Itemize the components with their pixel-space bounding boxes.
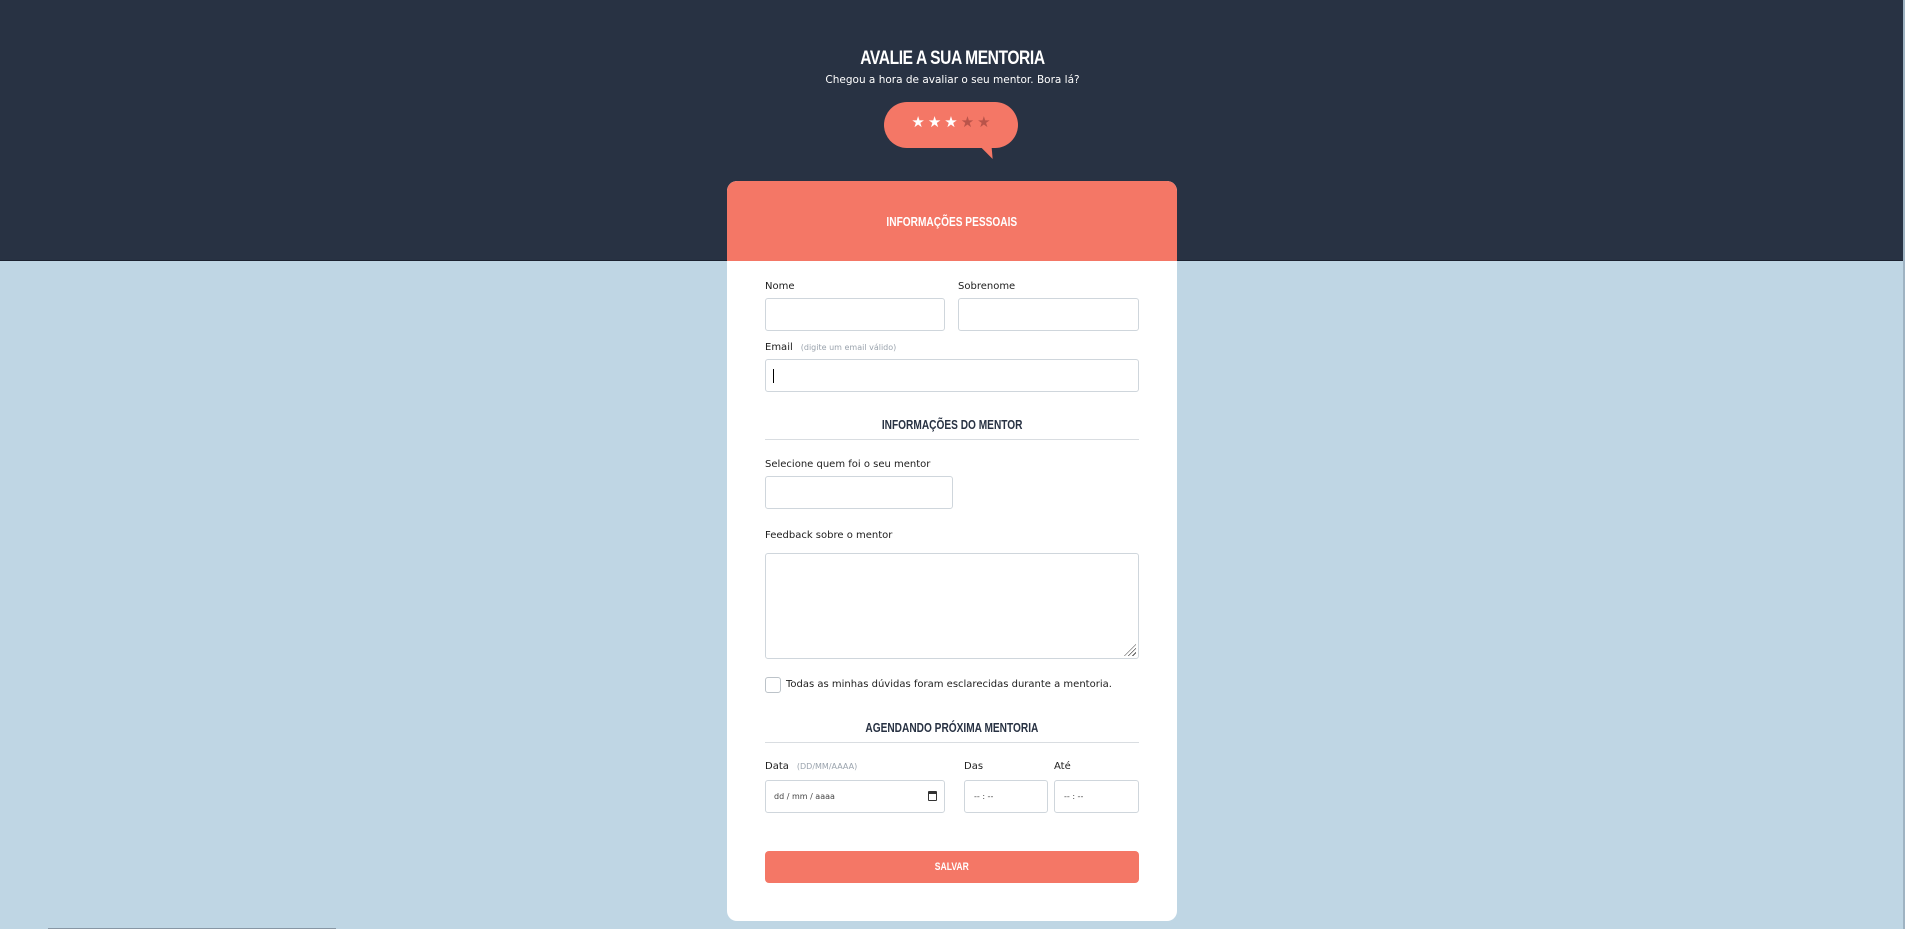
star-icon[interactable]: ★: [928, 114, 941, 130]
date-label: Data: [765, 761, 789, 772]
save-button[interactable]: SALVAR: [765, 851, 1139, 883]
page-header: AVALIE A SUA MENTORIA Chegou a hora de a…: [0, 48, 1905, 86]
email-label: Email: [765, 342, 793, 353]
mentor-select-label: Selecione quem foi o seu mentor: [765, 459, 931, 470]
date-input[interactable]: dd / mm / aaaa: [765, 780, 945, 813]
first-name-label: Nome: [765, 281, 795, 292]
card-header: INFORMAÇÕES PESSOAIS: [727, 181, 1177, 261]
to-time-label: Até: [1054, 761, 1071, 772]
date-label-row: Data (DD/MM/AAAA): [765, 761, 857, 772]
text-cursor: [773, 369, 774, 383]
email-hint: (digite um email válido): [800, 343, 897, 352]
from-time-placeholder: -- : --: [974, 792, 994, 801]
mentor-section-header: INFORMAÇÕES DO MENTOR: [765, 414, 1139, 440]
mentor-section-title: INFORMAÇÕES DO MENTOR: [881, 417, 1023, 432]
star-icon[interactable]: ★: [944, 114, 957, 130]
last-name-input[interactable]: [958, 298, 1139, 331]
email-label-row: Email (digite um email válido): [765, 342, 896, 353]
email-input[interactable]: [765, 359, 1139, 392]
mentor-select[interactable]: [765, 476, 953, 509]
date-placeholder: dd / mm / aaaa: [774, 792, 835, 801]
to-time-placeholder: -- : --: [1064, 792, 1084, 801]
form-card: INFORMAÇÕES PESSOAIS Nome Sobrenome Emai…: [727, 181, 1177, 921]
to-time-input[interactable]: -- : --: [1054, 780, 1139, 813]
last-name-label: Sobrenome: [958, 281, 1016, 292]
resize-handle-icon[interactable]: [1124, 644, 1136, 656]
page-subtitle: Chegou a hora de avaliar o seu mentor. B…: [825, 74, 1080, 86]
feedback-label: Feedback sobre o mentor: [765, 530, 893, 541]
doubts-checkbox[interactable]: [765, 677, 781, 693]
star-icon[interactable]: ★: [977, 114, 990, 130]
rating-bubble: ★ ★ ★ ★ ★: [884, 102, 1018, 148]
star-icon[interactable]: ★: [961, 114, 974, 130]
doubts-checkbox-label: Todas as minhas dúvidas foram esclarecid…: [786, 679, 1112, 690]
schedule-section-header: AGENDANDO PRÓXIMA MENTORIA: [765, 717, 1139, 743]
save-button-label: SALVAR: [934, 861, 970, 873]
star-icon[interactable]: ★: [911, 114, 924, 130]
from-time-input[interactable]: -- : --: [964, 780, 1048, 813]
schedule-section-title: AGENDANDO PRÓXIMA MENTORIA: [865, 720, 1039, 735]
first-name-input[interactable]: [765, 298, 945, 331]
calendar-icon[interactable]: [928, 791, 937, 801]
date-hint: (DD/MM/AAAA): [796, 762, 858, 771]
page-title: AVALIE A SUA MENTORIA: [860, 48, 1045, 69]
personal-info-title: INFORMAÇÕES PESSOAIS: [886, 213, 1018, 229]
from-time-label: Das: [964, 761, 984, 772]
feedback-textarea[interactable]: [765, 553, 1139, 659]
